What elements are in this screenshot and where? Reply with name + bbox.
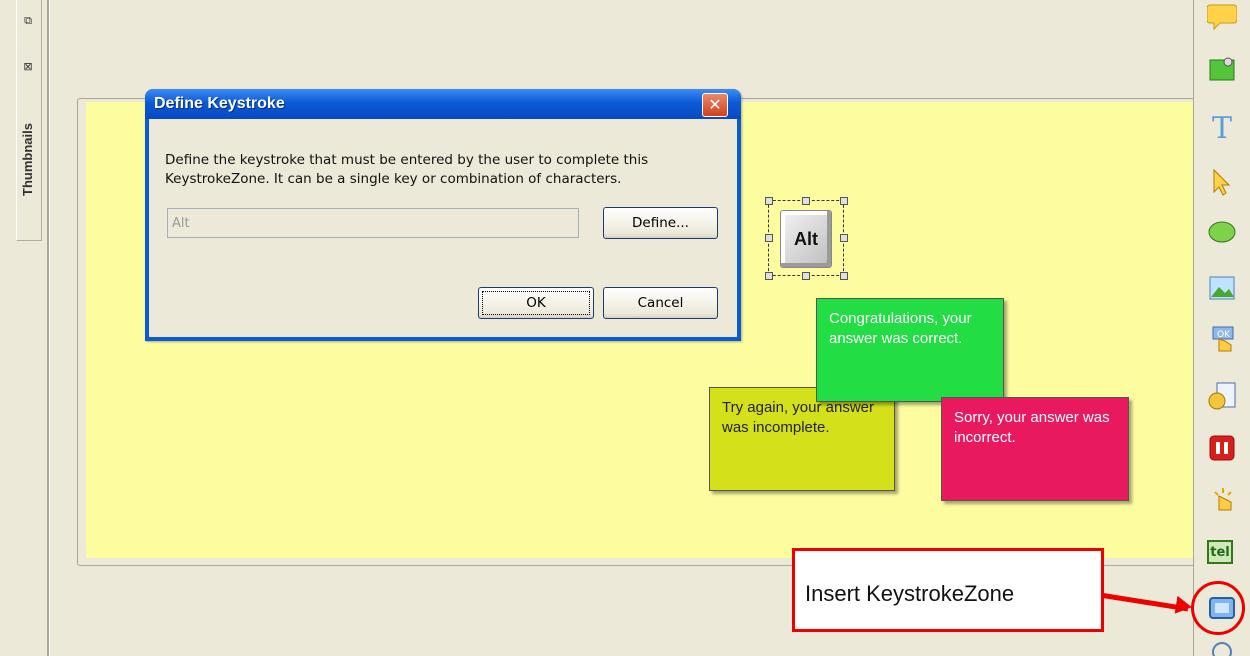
incomplete-feedback-note[interactable]: Try again, your answer was incomplete. bbox=[709, 387, 895, 491]
thumbnails-label[interactable]: Thumbnails bbox=[20, 96, 38, 196]
stop-icon[interactable] bbox=[1206, 432, 1238, 464]
close-icon[interactable]: ✕ bbox=[702, 93, 728, 117]
thumbnails-panel: ⧉ ⊠ Thumbnails bbox=[0, 0, 48, 656]
resize-handle[interactable] bbox=[802, 197, 810, 205]
resize-handle[interactable] bbox=[840, 234, 848, 242]
resize-handle[interactable] bbox=[765, 272, 773, 280]
panel-splitter[interactable] bbox=[47, 0, 50, 656]
image-pin-icon[interactable] bbox=[1206, 52, 1238, 84]
insert-keystrokezone-callout: Insert KeystrokeZone bbox=[792, 548, 1104, 632]
resize-handle[interactable] bbox=[765, 197, 773, 205]
incorrect-feedback-note[interactable]: Sorry, your answer was incorrect. bbox=[941, 397, 1129, 501]
dialog-titlebar[interactable]: Define Keystroke ✕ bbox=[145, 89, 741, 119]
button-icon[interactable]: OK bbox=[1206, 325, 1238, 357]
text-tool-icon[interactable]: T bbox=[1206, 111, 1238, 146]
dialog-title: Define Keystroke bbox=[154, 95, 285, 112]
resize-handle[interactable] bbox=[765, 234, 773, 242]
ok-button[interactable]: OK bbox=[478, 287, 594, 319]
cancel-button[interactable]: Cancel bbox=[603, 287, 718, 319]
click-zone-icon[interactable] bbox=[1206, 486, 1238, 518]
resize-handle[interactable] bbox=[840, 197, 848, 205]
dialog-description: Define the keystroke that must be entere… bbox=[165, 152, 649, 187]
resize-handle[interactable] bbox=[802, 272, 810, 280]
svg-text:OK: OK bbox=[1217, 330, 1231, 340]
close-panel-icon[interactable]: ⊠ bbox=[20, 60, 36, 74]
correct-feedback-note[interactable]: Congratulations, your answer was correct… bbox=[816, 298, 1004, 402]
alt-key-object[interactable]: Alt bbox=[780, 210, 832, 268]
highlight-circle bbox=[1191, 581, 1245, 635]
define-button[interactable]: Define... bbox=[603, 207, 718, 239]
help-icon[interactable] bbox=[1206, 640, 1238, 656]
restore-icon[interactable]: ⧉ bbox=[20, 14, 36, 28]
shape-icon[interactable] bbox=[1206, 216, 1238, 248]
define-keystroke-dialog: Define Keystroke ✕ Define the keystroke … bbox=[145, 89, 741, 341]
resize-handle[interactable] bbox=[840, 272, 848, 280]
text-entry-icon[interactable]: tel bbox=[1207, 540, 1233, 564]
dialog-body: Define the keystroke that must be entere… bbox=[149, 119, 737, 337]
pointer-icon[interactable] bbox=[1206, 166, 1238, 198]
speech-bubble-icon[interactable] bbox=[1206, 2, 1238, 34]
keystroke-field[interactable] bbox=[167, 208, 579, 238]
media-icon[interactable] bbox=[1206, 380, 1238, 412]
picture-icon[interactable] bbox=[1206, 272, 1238, 304]
